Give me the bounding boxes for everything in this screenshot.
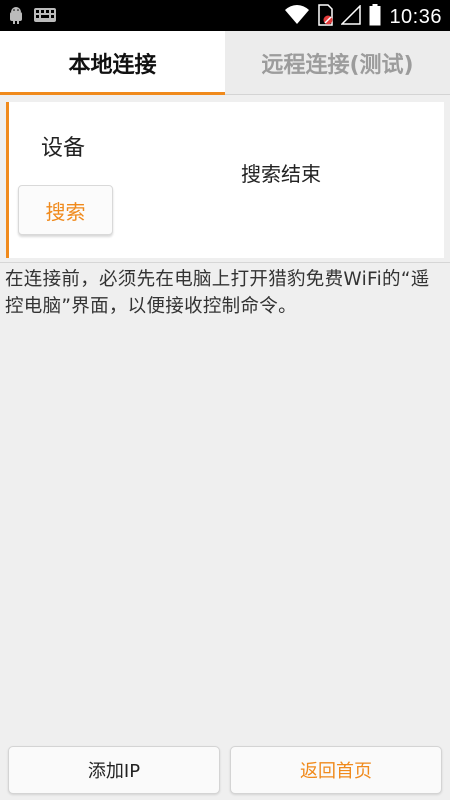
divider [0,262,450,263]
android-icon [8,6,24,28]
add-ip-button[interactable]: 添加IP [8,746,220,794]
device-label: 设备 [41,136,86,161]
keyboard-icon [34,7,56,27]
status-time: 10:36 [389,5,442,28]
battery-icon [369,4,381,30]
search-status: 搜索结束 [241,162,321,186]
tab-local-connection[interactable]: 本地连接 [0,31,225,95]
status-bar-right: 10:36 [285,4,442,30]
back-home-button[interactable]: 返回首页 [230,746,442,794]
connection-tabs: 本地连接 远程连接(测试) [0,31,450,95]
status-bar: 10:36 [0,0,450,31]
search-button[interactable]: 搜索 [18,185,113,235]
tab-remote-connection[interactable]: 远程连接(测试) [225,31,450,95]
status-bar-left [8,6,56,28]
signal-icon [340,4,362,29]
device-panel: 设备 搜索结束 搜索 [6,102,444,258]
wifi-icon [285,5,310,29]
connection-hint: 在连接前，必须先在电脑上打开猎豹免费WiFi的“遥控电脑”界面，以便接收控制命令… [5,269,430,317]
no-sim-icon [317,4,334,30]
